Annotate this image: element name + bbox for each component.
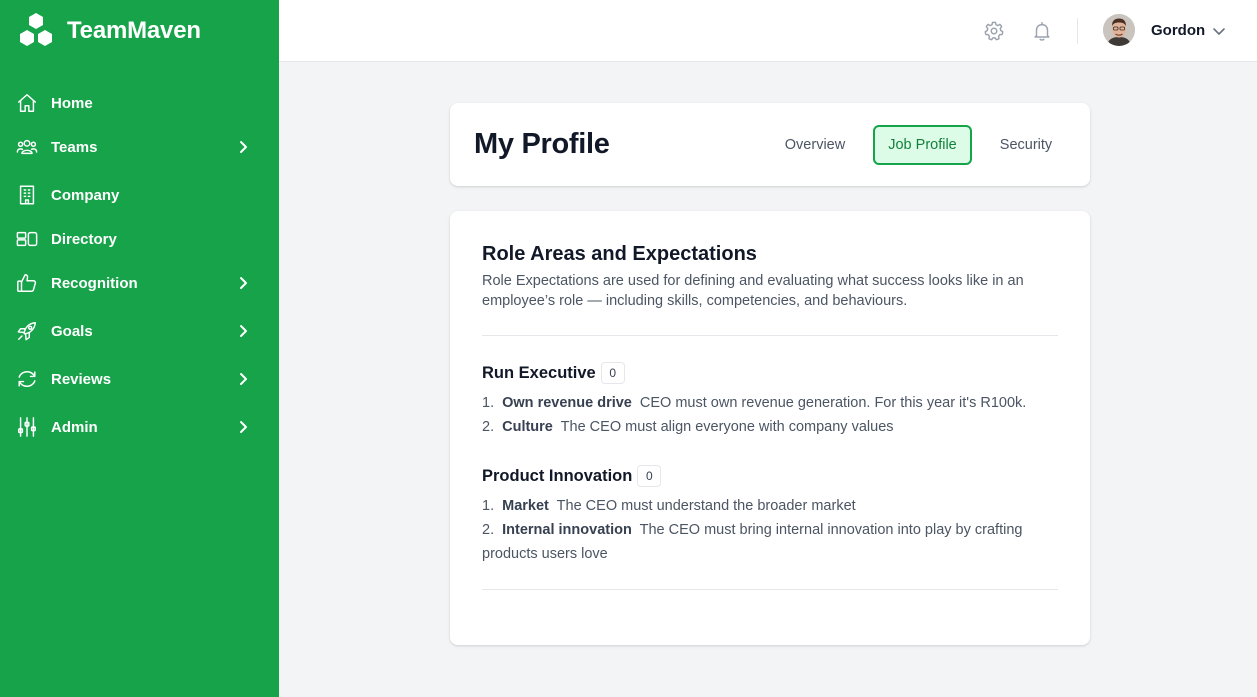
item-number: 2. xyxy=(482,522,495,538)
expectation-text: The CEO must align everyone with company… xyxy=(560,419,894,435)
sidebar-item-company[interactable]: Company xyxy=(0,175,279,215)
home-icon xyxy=(16,92,38,114)
directory-icon xyxy=(16,228,38,250)
users-icon xyxy=(16,136,38,158)
chevron-right-icon xyxy=(235,323,251,339)
page-title: My Profile xyxy=(474,128,610,160)
item-number: 1. xyxy=(482,498,495,514)
sidebar-item-label: Admin xyxy=(51,418,98,436)
tab-security[interactable]: Security xyxy=(990,125,1062,165)
sliders-icon xyxy=(16,416,38,438)
expectation-text: CEO must own revenue generation. For thi… xyxy=(639,395,1027,411)
sidebar-item-admin[interactable]: Admin xyxy=(0,407,279,447)
sidebar-item-reviews[interactable]: Reviews xyxy=(0,359,279,399)
role-area-name: Run Executive xyxy=(482,363,596,382)
role-area-title: Product Innovation 0 xyxy=(482,465,662,487)
topbar-divider xyxy=(1077,18,1078,44)
sidebar-item-label: Directory xyxy=(51,230,117,248)
topbar: Gordon xyxy=(279,0,1257,62)
tab-job-profile[interactable]: Job Profile xyxy=(873,125,972,165)
chevron-right-icon xyxy=(235,371,251,387)
expectation-name: Internal innovation xyxy=(502,522,632,538)
profile-header-card: My Profile Overview Job Profile Security xyxy=(450,103,1090,186)
sidebar-item-label: Teams xyxy=(51,138,98,156)
sidebar-item-teams[interactable]: Teams xyxy=(0,127,279,167)
hexagon-logo-icon xyxy=(20,13,52,46)
thumbs-up-icon xyxy=(16,272,38,294)
sidebar-item-label: Recognition xyxy=(51,274,138,292)
chevron-right-icon xyxy=(235,139,251,155)
tab-overview[interactable]: Overview xyxy=(774,125,856,165)
divider xyxy=(482,589,1058,590)
chevron-down-icon[interactable] xyxy=(1211,23,1227,39)
item-number: 2. xyxy=(482,419,495,435)
user-name[interactable]: Gordon xyxy=(1151,22,1205,39)
role-area-name: Product Innovation xyxy=(482,466,633,485)
building-icon xyxy=(16,184,38,206)
chevron-right-icon xyxy=(235,275,251,291)
item-number: 1. xyxy=(482,395,495,411)
avatar[interactable] xyxy=(1103,14,1135,46)
expectation-text: The CEO must understand the broader mark… xyxy=(556,498,856,514)
role-areas-card: Role Areas and Expectations Role Expecta… xyxy=(450,211,1090,645)
bell-icon[interactable] xyxy=(1031,20,1053,42)
refresh-icon xyxy=(16,368,38,390)
sidebar-item-label: Goals xyxy=(51,322,93,340)
expectation-name: Market xyxy=(502,498,549,514)
sidebar-item-goals[interactable]: Goals xyxy=(0,311,279,351)
app-logo[interactable]: TeamMaven xyxy=(16,12,201,50)
sidebar-item-label: Reviews xyxy=(51,370,112,388)
divider xyxy=(482,335,1058,336)
gear-icon[interactable] xyxy=(983,20,1005,42)
expectation-item: 2. Culture The CEO must align everyone w… xyxy=(482,415,1058,439)
sidebar: TeamMaven Home Teams Company Directory R… xyxy=(0,0,279,697)
sidebar-item-directory[interactable]: Directory xyxy=(0,219,279,259)
sidebar-item-label: Company xyxy=(51,186,120,204)
sidebar-item-home[interactable]: Home xyxy=(0,83,279,123)
sidebar-item-label: Home xyxy=(51,94,93,112)
role-area-title: Run Executive 0 xyxy=(482,362,625,384)
expectation-item: 1. Own revenue drive CEO must own revenu… xyxy=(482,391,1058,415)
section-title: Role Areas and Expectations xyxy=(482,243,757,265)
sidebar-item-recognition[interactable]: Recognition xyxy=(0,263,279,303)
expectation-item: 1. Market The CEO must understand the br… xyxy=(482,494,1058,518)
count-badge: 0 xyxy=(637,465,662,487)
section-description: Role Expectations are used for defining … xyxy=(482,273,1024,309)
expectation-name: Own revenue drive xyxy=(502,395,632,411)
expectation-item: 2. Internal innovation The CEO must brin… xyxy=(482,518,1058,566)
expectation-name: Culture xyxy=(502,419,553,435)
user-photo-icon xyxy=(1103,14,1135,46)
count-badge: 0 xyxy=(600,362,625,384)
app-name: TeamMaven xyxy=(67,17,201,44)
rocket-icon xyxy=(16,320,38,342)
chevron-right-icon xyxy=(235,419,251,435)
